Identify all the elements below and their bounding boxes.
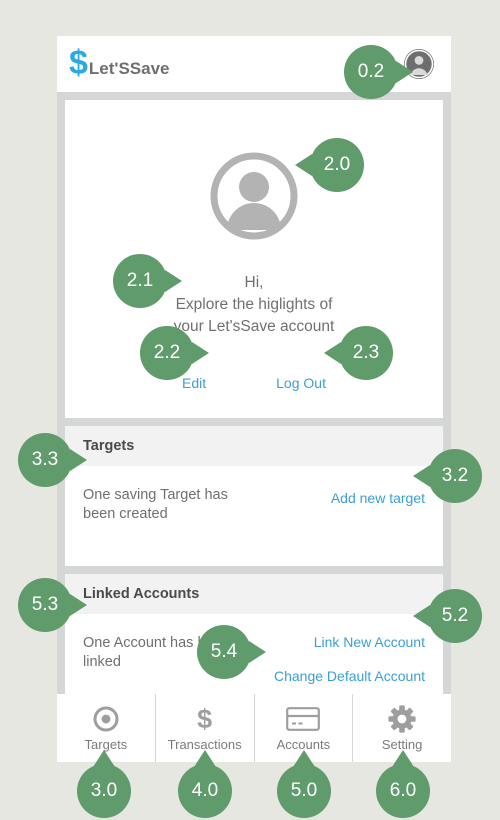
callout-3-3: 3.3 <box>18 433 72 487</box>
person-circle-icon <box>210 152 298 240</box>
callout-4-0: 4.0 <box>178 764 232 818</box>
add-new-target-link[interactable]: Add new target <box>331 490 425 506</box>
callout-5-0: 5.0 <box>277 764 331 818</box>
link-new-account-link[interactable]: Link New Account <box>314 634 425 650</box>
targets-section-header: Targets <box>65 426 443 466</box>
callout-0-2: 0.2 <box>344 45 398 99</box>
dollar-icon: $ <box>197 704 213 734</box>
app-title: Let'SSave <box>88 59 170 78</box>
callout-2-3: 2.3 <box>339 326 393 380</box>
targets-card: Targets One saving Target has been creat… <box>65 426 443 566</box>
callout-3-2: 3.2 <box>428 449 482 503</box>
change-default-account-link[interactable]: Change Default Account <box>274 668 425 684</box>
logout-link[interactable]: Log Out <box>276 375 326 391</box>
app-logo: $ Let'SSave <box>69 46 170 80</box>
targets-status: One saving Target has been created <box>83 487 228 522</box>
edit-link[interactable]: Edit <box>182 375 206 391</box>
callout-2-1: 2.1 <box>113 254 167 308</box>
gear-icon <box>388 704 416 734</box>
callout-6-0: 6.0 <box>376 764 430 818</box>
dollar-sign-icon: $ <box>69 44 88 82</box>
callout-5-3: 5.3 <box>18 578 72 632</box>
targets-section-body: One saving Target has been created Add n… <box>65 466 443 566</box>
callout-5-2: 5.2 <box>428 589 482 643</box>
callout-2-0: 2.0 <box>310 138 364 192</box>
credit-card-icon <box>286 704 321 734</box>
profile-actions: Edit Log Out <box>65 375 443 391</box>
callout-5-4: 5.4 <box>197 625 251 679</box>
linked-accounts-section-header: Linked Accounts <box>65 574 443 614</box>
callout-3-0: 3.0 <box>77 764 131 818</box>
target-icon <box>92 704 120 734</box>
callout-2-2: 2.2 <box>140 326 194 380</box>
